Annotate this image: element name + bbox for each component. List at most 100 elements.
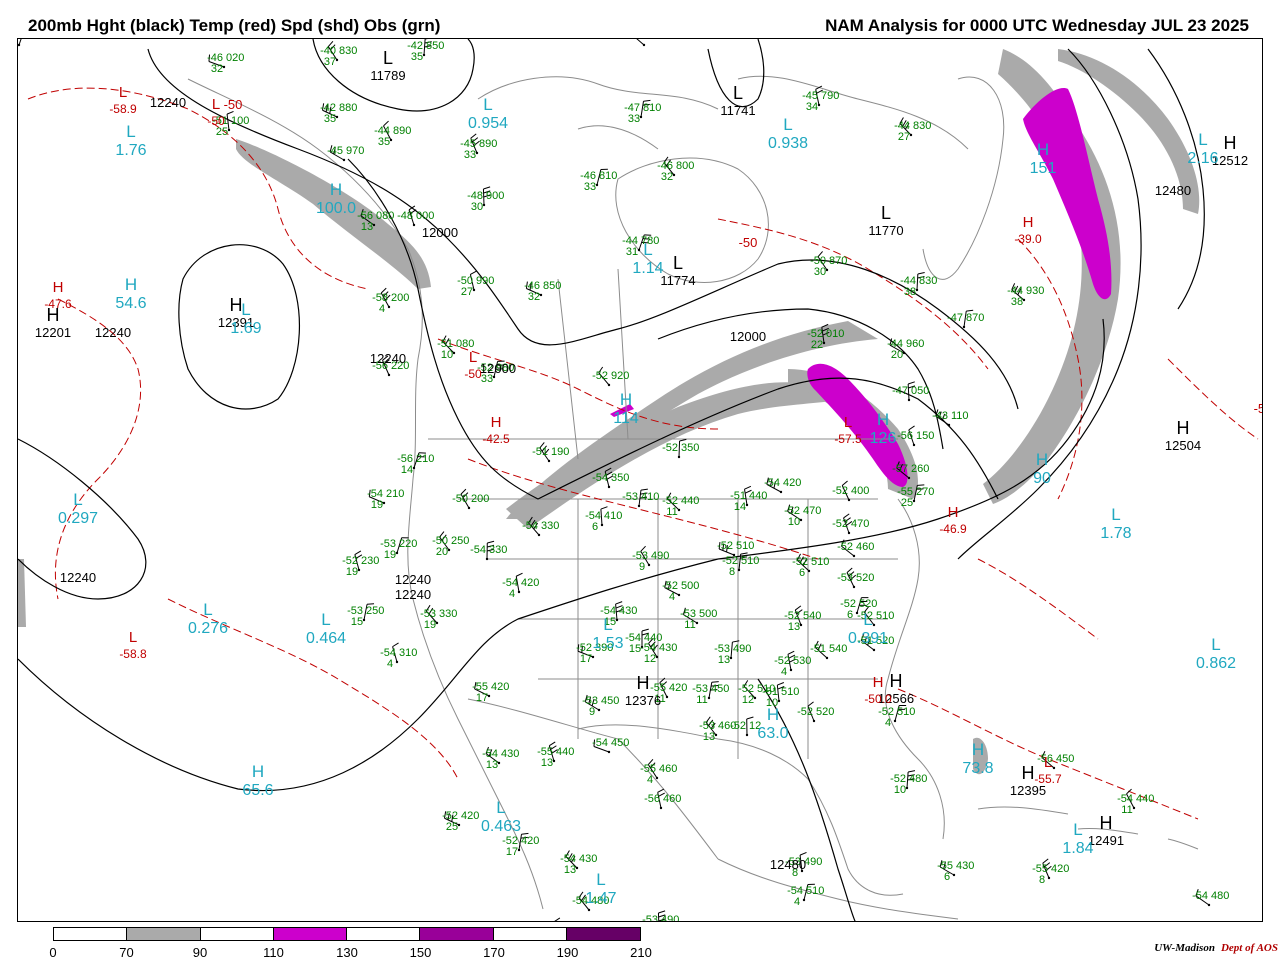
obs-dewpoint-depression: 31 bbox=[626, 246, 638, 258]
obs-height: 540 bbox=[829, 643, 847, 655]
obs-station-dot bbox=[637, 504, 641, 508]
speed-center-value: 90 bbox=[1033, 470, 1051, 487]
obs-height: 890 bbox=[479, 138, 497, 150]
obs-station-dot bbox=[485, 557, 489, 561]
obs-temperature: -54 bbox=[470, 544, 486, 556]
height-center-h-letter: H bbox=[637, 673, 650, 693]
wind-barb-staff bbox=[907, 383, 910, 401]
obs-height: 510 bbox=[736, 540, 754, 552]
height-contour-label: 12480 bbox=[1155, 183, 1191, 198]
obs-station-dot bbox=[575, 866, 579, 870]
temp-center-value: -46.9 bbox=[939, 522, 967, 536]
obs-dewpoint-depression: 6 bbox=[799, 567, 805, 579]
obs-temperature: -43 bbox=[932, 410, 948, 422]
obs-station-dot bbox=[745, 503, 749, 507]
obs-temperature: -52 bbox=[837, 541, 853, 553]
legend-tick-70: 70 bbox=[119, 945, 134, 960]
obs-height: 830 bbox=[339, 45, 357, 57]
height-center-l-letter: L bbox=[383, 48, 393, 68]
obs-station-dot bbox=[607, 485, 611, 489]
obs-station-dot bbox=[905, 786, 909, 790]
speed-center-h-letter: H bbox=[330, 180, 342, 199]
speed-center-l-letter: L bbox=[783, 115, 792, 134]
speed-center-value: 100.0 bbox=[316, 200, 356, 217]
speed-center-value: 1.14 bbox=[632, 260, 663, 277]
speed-center-value: 1.69 bbox=[230, 320, 261, 337]
height-center-value: 12376 bbox=[625, 693, 661, 708]
speed-center-h-letter: H bbox=[252, 762, 264, 781]
obs-height: 330 bbox=[489, 544, 507, 556]
temp-center-l-letter: L bbox=[844, 414, 852, 431]
obs-height: 330 bbox=[439, 608, 457, 620]
speed-center-l-letter: L bbox=[863, 610, 872, 629]
obs-station-dot bbox=[799, 518, 803, 522]
obs-height: 520 bbox=[859, 598, 877, 610]
obs-height: 520 bbox=[856, 572, 874, 584]
legend-tick-170: 170 bbox=[483, 945, 505, 960]
obs-dewpoint-depression: 13 bbox=[541, 757, 553, 769]
obs-station-dot bbox=[915, 288, 919, 292]
obs-station-dot bbox=[677, 508, 681, 512]
height-contour-12480-south bbox=[18, 318, 1105, 792]
obs-height: 220 bbox=[399, 538, 417, 550]
obs-temperature: -53 bbox=[642, 914, 658, 922]
obs-station-dot bbox=[807, 569, 811, 573]
obs-station-dot bbox=[422, 53, 426, 57]
legend-segment-110-130 bbox=[273, 928, 347, 940]
obs-station-dot bbox=[539, 293, 543, 297]
temp-center-value: -50 bbox=[464, 367, 482, 381]
obs-dewpoint-depression: 4 bbox=[669, 591, 675, 603]
legend-segment-70-90 bbox=[127, 928, 201, 940]
obs-temperature: -52 bbox=[730, 720, 746, 732]
legend-segment-170-190 bbox=[493, 928, 567, 940]
obs-station-dot bbox=[222, 65, 226, 69]
wind-barb-flag bbox=[554, 917, 561, 921]
obs-dewpoint-depression: 38 bbox=[1011, 296, 1023, 308]
obs-height: 510 bbox=[876, 610, 894, 622]
obs-dewpoint-depression: 11 bbox=[666, 506, 677, 518]
obs-dewpoint-depression: 8 bbox=[729, 566, 735, 578]
speed-center-h-letter: H bbox=[620, 390, 632, 409]
speed-center-value: 0.297 bbox=[58, 510, 98, 527]
obs-station-dot bbox=[714, 733, 718, 737]
obs-dewpoint-depression: 38 bbox=[904, 286, 916, 298]
obs-height: 440 bbox=[556, 746, 574, 758]
wind-barb-flag bbox=[746, 716, 754, 720]
obs-temperature: -52 bbox=[797, 706, 813, 718]
speed-center-value: 0.391 bbox=[848, 630, 888, 647]
obs-station-dot bbox=[591, 655, 595, 659]
speed-center-value: 65.6 bbox=[242, 782, 273, 799]
obs-station-dot bbox=[802, 898, 806, 902]
obs-station-dot bbox=[607, 383, 611, 387]
speed-center-value: 151 bbox=[1030, 160, 1057, 177]
height-center-l-letter: L bbox=[881, 203, 891, 223]
obs-station-dot bbox=[659, 806, 663, 810]
obs-height: 430 bbox=[956, 860, 974, 872]
temp-center-value: -50.0 bbox=[864, 692, 892, 706]
speed-center-value: 1.76 bbox=[115, 142, 146, 159]
obs-station-dot bbox=[825, 268, 829, 272]
wind-barb-flag bbox=[516, 572, 523, 577]
obs-height: 520 bbox=[816, 706, 834, 718]
obs-dewpoint-depression: 13 bbox=[361, 221, 373, 233]
obs-dewpoint-depression: 20 bbox=[891, 349, 903, 361]
obs-station-dot bbox=[615, 618, 619, 622]
obs-station-dot bbox=[412, 223, 416, 227]
obs-station-dot bbox=[372, 223, 376, 227]
obs-height: 830 bbox=[919, 275, 937, 287]
obs-station-dot bbox=[482, 203, 486, 207]
obs-dewpoint-depression: 4 bbox=[794, 896, 800, 908]
greenland bbox=[922, 76, 1005, 280]
obs-dewpoint-depression: 4 bbox=[387, 658, 393, 670]
obs-height: 500 bbox=[681, 580, 699, 592]
obs-temperature: -56 bbox=[897, 430, 913, 442]
obs-station-dot bbox=[447, 548, 451, 552]
obs-station-dot bbox=[789, 668, 793, 672]
obs-dewpoint-depression: 4 bbox=[647, 774, 653, 786]
speed-center-value: 0.463 bbox=[481, 818, 521, 835]
obs-height: 490 bbox=[733, 643, 751, 655]
obs-station-dot bbox=[952, 873, 956, 877]
speed-center-l-letter: L bbox=[1198, 130, 1207, 149]
temp-contour-10 bbox=[977, 558, 1099, 640]
obs-station-dot bbox=[907, 476, 911, 480]
